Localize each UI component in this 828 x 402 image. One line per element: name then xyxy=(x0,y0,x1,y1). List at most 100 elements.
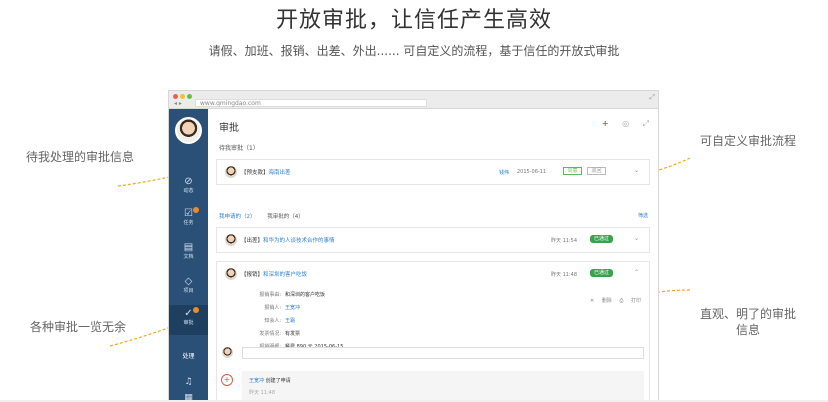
user-avatar[interactable] xyxy=(175,117,202,144)
detail-value: 有发票 xyxy=(285,331,301,337)
address-bar[interactable]: www.qmingdao.com xyxy=(195,99,427,107)
request-time: 昨天 11:54 xyxy=(551,238,577,244)
detail-row-notified: 知会人: 王霜 xyxy=(245,317,295,324)
annotation-intuitive-line2: 信息 xyxy=(735,323,760,337)
detail-actions: ✕ 删除 ⎙ 打印 xyxy=(584,297,641,304)
log-user[interactable]: 王宽冲 xyxy=(249,378,264,384)
checkbox-icon: ☑ xyxy=(184,208,193,219)
sidebar-item-label: 动态 xyxy=(183,188,194,194)
log-entry: 王宽冲 创建了申请 昨天 11:48 xyxy=(242,371,644,401)
tab-bar: 我申请的（2） 我审批的（4） xyxy=(219,212,314,220)
delete-action[interactable]: ✕ 删除 xyxy=(590,298,612,304)
pending-label: 待我审批（1） xyxy=(219,145,259,152)
chevron-down-icon[interactable]: ⌄ xyxy=(634,167,639,174)
nav-arrows-icon[interactable]: ◂ ▸ xyxy=(174,100,182,107)
delete-label: 删除 xyxy=(601,298,612,304)
pending-date: 2015-06-11 xyxy=(517,169,547,175)
request-card-title: 【出差】和华为的人谈技术合作的事情 xyxy=(241,236,335,244)
fullscreen-icon[interactable]: ⤢ xyxy=(643,119,649,128)
expanded-card-row: 【报销】和深圳的客户吃饭 昨天 11:48 已通过 ⌃ xyxy=(217,262,649,286)
tab-my-requests[interactable]: 我申请的（2） xyxy=(219,214,256,220)
comment-row xyxy=(216,347,650,361)
annotation-intuitive-line1: 直观、明了的审批 xyxy=(699,307,796,321)
log-text: 王宽冲 创建了申请 xyxy=(249,377,291,384)
avatar xyxy=(222,347,233,358)
detail-key: 报销人: xyxy=(264,305,281,311)
browser-window: ◂ ▸ www.qmingdao.com ⤢ ⊘ 动态 ☑ 任务 ▤ 文档 ◇ … xyxy=(168,90,659,402)
notification-badge xyxy=(193,307,199,313)
title-prefix: 【出差】 xyxy=(241,238,264,244)
annotation-custom-flow: 可自定义审批流程 xyxy=(700,134,797,148)
detail-value[interactable]: 王霜 xyxy=(285,318,295,324)
sidebar-item-feed[interactable]: ⊘ 动态 xyxy=(169,173,208,203)
avatar xyxy=(225,268,237,280)
pending-card-title: 【预支款】海南出差 xyxy=(241,168,291,176)
comment-input[interactable] xyxy=(242,347,644,359)
applicant-name[interactable]: 钱伟 xyxy=(499,169,509,176)
add-icon[interactable]: + xyxy=(602,119,609,128)
detail-row-reimburser: 报销人: 王宽冲 xyxy=(245,304,300,311)
bell-icon[interactable]: ♫ xyxy=(169,377,208,387)
detail-key: 发票情况: xyxy=(259,331,281,337)
browser-chrome: ◂ ▸ www.qmingdao.com ⤢ xyxy=(169,91,658,109)
status-badge: 已通过 xyxy=(590,235,614,243)
main-content: 审批 + ◎ ⤢ 待我审批（1） 【预支款】海南出差 钱伟 2015-06-11… xyxy=(208,109,658,401)
request-card[interactable]: 【出差】和华为的人谈技术合作的事情 昨天 11:54 已通过 ⌄ xyxy=(216,227,650,253)
chevron-up-icon[interactable]: ⌃ xyxy=(634,269,639,276)
annotation-pending-info: 待我处理的审批信息 xyxy=(26,150,135,164)
title-prefix: 【报销】 xyxy=(241,272,264,278)
sidebar-item-approval[interactable]: ✓ 审批 xyxy=(169,305,208,335)
maximize-dot-icon[interactable] xyxy=(187,94,192,99)
title-link[interactable]: 海南出差 xyxy=(269,170,291,176)
chevron-down-icon[interactable]: ⌄ xyxy=(634,235,639,242)
detail-key: 知会人: xyxy=(264,318,281,324)
project-icon: ◇ xyxy=(184,276,193,287)
avatar xyxy=(225,166,237,178)
approve-button[interactable]: 同意 xyxy=(563,167,582,175)
expanded-card-title: 【报销】和深圳的客户吃饭 xyxy=(241,270,307,278)
sidebar-item-label: 文档 xyxy=(183,254,194,260)
reject-button[interactable]: 驳回 xyxy=(587,167,606,175)
hero-subtitle: 请假、加班、报销、出差、外出...... 可自定义的流程，基于信任的开放式审批 xyxy=(208,44,620,58)
sidebar-item-label: 项目 xyxy=(183,288,194,294)
detail-row-reason: 报销事由: 和深圳的客户吃饭 xyxy=(245,291,325,298)
annotation-intuitive: 直观、明了的审批 信息 xyxy=(698,306,798,338)
notification-badge xyxy=(193,207,199,213)
detail-value[interactable]: 王宽冲 xyxy=(285,305,300,311)
sidebar-item-tasks[interactable]: ☑ 任务 xyxy=(169,205,208,235)
sidebar: ⊘ 动态 ☑ 任务 ▤ 文档 ◇ 项目 ✓ 审批 处理 ♫ ▦ xyxy=(169,109,208,401)
print-action[interactable]: ⎙ 打印 xyxy=(619,298,641,304)
title-link[interactable]: 和华为的人谈技术合作的事情 xyxy=(263,238,335,244)
title-link[interactable]: 和深圳的客户吃饭 xyxy=(263,272,307,278)
expand-icon[interactable]: ⤢ xyxy=(649,93,655,102)
plus-circle-icon: + xyxy=(221,374,233,386)
sidebar-item-label: 审批 xyxy=(183,320,194,326)
page-title: 审批 xyxy=(219,123,239,134)
request-card-row: 【出差】和华为的人谈技术合作的事情 昨天 11:54 已通过 ⌄ xyxy=(217,228,649,252)
pending-card[interactable]: 【预支款】海南出差 钱伟 2015-06-11 同意 驳回 ⌄ xyxy=(216,159,650,185)
log-time: 昨天 11:48 xyxy=(249,390,275,396)
filter-link[interactable]: 筛选 xyxy=(638,212,648,219)
close-dot-icon[interactable] xyxy=(173,94,178,99)
status-badge: 已通过 xyxy=(590,269,614,277)
sidebar-item-docs[interactable]: ▤ 文档 xyxy=(169,239,208,269)
sidebar-item-projects[interactable]: ◇ 项目 xyxy=(169,273,208,303)
sidebar-processing[interactable]: 处理 xyxy=(169,347,208,367)
title-prefix: 【预支款】 xyxy=(241,170,269,176)
print-label: 打印 xyxy=(630,298,641,304)
feed-icon: ⊘ xyxy=(184,176,193,187)
settings-icon[interactable]: ◎ xyxy=(622,119,629,128)
request-time: 昨天 11:48 xyxy=(551,272,577,278)
hero-title: 开放审批，让信任产生高效 xyxy=(275,8,552,33)
log-action: 创建了申请 xyxy=(264,378,291,384)
detail-row-invoice: 发票情况: 有发票 xyxy=(245,330,300,337)
annotation-all-types: 各种审批一览无余 xyxy=(30,320,127,334)
document-icon: ▤ xyxy=(183,242,194,253)
sidebar-item-label: 任务 xyxy=(183,220,194,226)
activity-log: + 王宽冲 创建了申请 昨天 11:48 xyxy=(216,371,650,401)
tab-my-approvals[interactable]: 我审批的（4） xyxy=(267,214,304,220)
pending-card-row: 【预支款】海南出差 钱伟 2015-06-11 同意 驳回 ⌄ xyxy=(217,160,649,184)
minimize-dot-icon[interactable] xyxy=(180,94,185,99)
detail-key: 报销事由: xyxy=(259,292,281,298)
toolbar-icons: + ◎ ⤢ xyxy=(591,119,649,129)
